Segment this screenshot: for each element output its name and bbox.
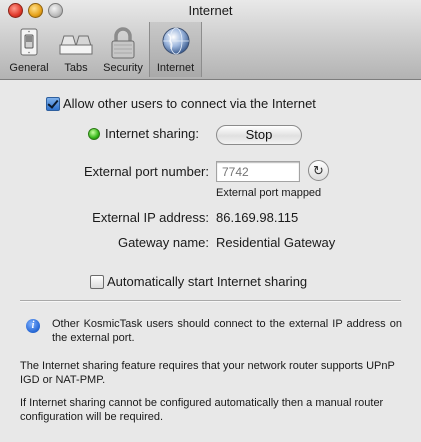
manual-configuration-text: If Internet sharing cannot be configured… bbox=[20, 397, 384, 423]
router-requirements-text: The Internet sharing feature requires th… bbox=[20, 360, 395, 386]
allow-internet-connections-label: Allow other users to connect via the Int… bbox=[63, 96, 316, 111]
internet-sharing-label: Internet sharing: bbox=[105, 126, 199, 141]
window-toolbar: Internet General Tabs Security Internet bbox=[0, 0, 421, 80]
window-title: Internet bbox=[188, 3, 233, 18]
toolbar-item-tabs[interactable]: Tabs bbox=[54, 22, 98, 77]
external-ip-label: External IP address: bbox=[92, 210, 209, 225]
external-port-input[interactable] bbox=[216, 161, 300, 182]
gateway-name-value: Residential Gateway bbox=[216, 235, 336, 250]
sharing-status-indicator bbox=[88, 128, 100, 140]
toolbar-label-general: General bbox=[9, 62, 49, 74]
info-icon: i bbox=[26, 319, 40, 333]
preferences-window: Internet General Tabs Security Internet … bbox=[0, 0, 421, 442]
tabs-icon bbox=[59, 35, 93, 55]
refresh-icon: ↻ bbox=[313, 163, 324, 178]
connection-info-note: Other KosmicTask users should connect to… bbox=[52, 318, 402, 344]
external-port-label: External port number: bbox=[83, 164, 209, 179]
toolbar-label-security: Security bbox=[103, 62, 143, 74]
toolbar-item-general[interactable]: General bbox=[5, 22, 53, 77]
globe-icon bbox=[162, 27, 189, 55]
stop-sharing-button[interactable]: Stop bbox=[216, 125, 302, 145]
auto-start-sharing-checkbox[interactable] bbox=[90, 275, 104, 289]
allow-internet-connections-checkbox[interactable] bbox=[46, 97, 60, 111]
auto-start-sharing-label: Automatically start Internet sharing bbox=[107, 274, 308, 289]
toolbar-label-internet: Internet bbox=[156, 62, 195, 74]
refresh-port-button[interactable]: ↻ bbox=[308, 160, 329, 181]
toolbar-label-tabs: Tabs bbox=[64, 62, 88, 74]
gateway-name-label: Gateway name: bbox=[117, 235, 209, 250]
light-switch-icon bbox=[20, 28, 38, 56]
port-mapping-status: External port mapped bbox=[216, 187, 322, 199]
section-divider bbox=[20, 300, 401, 302]
toolbar-item-security[interactable]: Security bbox=[99, 22, 147, 77]
toolbar-item-internet[interactable]: Internet bbox=[149, 22, 202, 77]
padlock-icon bbox=[111, 27, 135, 59]
external-ip-value: 86.169.98.115 bbox=[216, 210, 299, 225]
